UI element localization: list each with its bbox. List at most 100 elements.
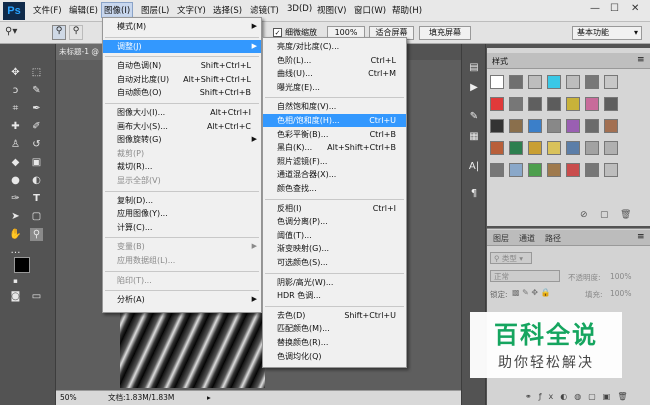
image-menu-item[interactable]: 自动对比度(U) Alt+Shift+Ctrl+L xyxy=(103,73,261,86)
style-swatch[interactable] xyxy=(566,119,580,133)
more-tools-icon[interactable]: … xyxy=(9,244,22,257)
menu-help[interactable]: 帮助(H) xyxy=(392,4,422,16)
tab-paths[interactable]: 路径 xyxy=(545,233,561,244)
style-swatch[interactable] xyxy=(528,97,542,111)
panel-menu-icon[interactable]: ≡ xyxy=(637,55,645,65)
style-swatch[interactable] xyxy=(528,141,542,155)
adjust-menu-item[interactable]: 亮度/对比度(C)... xyxy=(263,40,406,53)
menu-image[interactable]: 图像(I) xyxy=(101,2,134,18)
style-swatch[interactable] xyxy=(547,163,561,177)
adjust-menu-item[interactable]: 照片滤镜(F)... xyxy=(263,155,406,168)
image-menu-item[interactable]: 应用图像(Y)... xyxy=(103,207,261,220)
style-swatch[interactable] xyxy=(490,141,504,155)
clone-stamp-icon[interactable]: ♙ xyxy=(9,138,22,151)
adjust-menu-item[interactable]: 颜色查找... xyxy=(263,182,406,195)
delete-style-icon[interactable]: 🗑 xyxy=(620,210,631,220)
quick-select-icon[interactable]: ✎ xyxy=(30,84,43,97)
style-swatch[interactable] xyxy=(604,119,618,133)
zoom-tool-icon[interactable]: ⚲▾ xyxy=(5,26,17,37)
style-swatch[interactable] xyxy=(509,75,523,89)
opacity-value[interactable]: 100% xyxy=(610,272,631,281)
menu-3d[interactable]: 3D(D) xyxy=(287,4,312,14)
style-swatch[interactable] xyxy=(566,141,580,155)
image-menu-item[interactable]: 计算(C)... xyxy=(103,221,261,234)
style-swatch[interactable] xyxy=(604,75,618,89)
blur-tool-icon[interactable]: ● xyxy=(9,174,22,187)
style-swatch[interactable] xyxy=(509,141,523,155)
adjust-menu-item[interactable]: 曲线(U)... Ctrl+M xyxy=(263,67,406,80)
adjust-menu-item[interactable]: 匹配颜色(M)... xyxy=(263,322,406,335)
fine-zoom-checkbox[interactable]: ✓ xyxy=(273,28,282,37)
gradient-tool-icon[interactable]: ▣ xyxy=(30,156,43,169)
brush-panel-icon[interactable]: ✎ xyxy=(467,110,481,124)
menu-view[interactable]: 视图(V) xyxy=(317,4,346,16)
dodge-tool-icon[interactable]: ◐ xyxy=(30,174,43,187)
history-brush-icon[interactable]: ↺ xyxy=(30,138,43,151)
tab-layers[interactable]: 图层 xyxy=(493,233,509,244)
layers-footer-icons[interactable]: ⚭ƒx◐◍▢▣🗑 xyxy=(487,388,650,405)
style-swatch[interactable] xyxy=(528,163,542,177)
crop-tool-icon[interactable]: ⌗ xyxy=(9,102,22,115)
actions-icon[interactable]: ▶ xyxy=(467,81,481,95)
shape-tool-icon[interactable]: ▢ xyxy=(30,210,43,223)
zoom-out-icon[interactable]: ⚲ xyxy=(69,25,83,40)
style-swatch[interactable] xyxy=(528,119,542,133)
image-menu-item[interactable]: 自动色调(N) Shift+Ctrl+L xyxy=(103,59,261,72)
image-menu-item[interactable]: 图像大小(I)... Alt+Ctrl+I xyxy=(103,106,261,119)
new-style-icon[interactable]: ▢ xyxy=(600,210,609,220)
style-swatch[interactable] xyxy=(547,119,561,133)
foreground-color-swatch[interactable] xyxy=(14,257,30,273)
style-swatch[interactable] xyxy=(566,163,580,177)
image-menu-item[interactable]: 模式(M) ▶ xyxy=(103,20,261,33)
style-swatch[interactable] xyxy=(585,163,599,177)
fill-value[interactable]: 100% xyxy=(610,289,631,298)
image-menu-item[interactable]: 裁切(R)... xyxy=(103,160,261,173)
adjust-menu-item[interactable]: 渐变映射(G)... xyxy=(263,242,406,255)
style-swatch[interactable] xyxy=(547,75,561,89)
adjust-menu-item[interactable]: 色调均化(Q) xyxy=(263,350,406,363)
screen-mode-icon[interactable]: ▭ xyxy=(30,290,43,303)
history-icon[interactable]: ▤ xyxy=(467,61,481,75)
adjust-menu-item[interactable]: 色彩平衡(B)... Ctrl+B xyxy=(263,128,406,141)
adjust-menu-item[interactable]: 色阶(L)... Ctrl+L xyxy=(263,54,406,67)
menu-edit[interactable]: 编辑(E) xyxy=(69,4,98,16)
style-swatch[interactable] xyxy=(604,163,618,177)
adjust-menu-item[interactable]: 阴影/高光(W)... xyxy=(263,276,406,289)
style-swatch[interactable] xyxy=(509,119,523,133)
style-swatch[interactable] xyxy=(566,75,580,89)
style-swatch[interactable] xyxy=(509,97,523,111)
style-swatch[interactable] xyxy=(490,163,504,177)
zoom-in-icon[interactable]: ⚲ xyxy=(52,25,66,40)
styles-tab[interactable]: 样式 xyxy=(492,56,508,67)
document-tab[interactable]: 未标题-1 @ xyxy=(56,44,106,60)
style-swatch[interactable] xyxy=(585,119,599,133)
fill-screen-button[interactable]: 填充屏幕 xyxy=(419,26,471,40)
brush-tool-icon[interactable]: ✐ xyxy=(30,120,43,133)
adjust-menu-item[interactable]: 替换颜色(R)... xyxy=(263,336,406,349)
tab-channels[interactable]: 通道 xyxy=(519,233,535,244)
marquee-tool-icon[interactable]: ⬚ xyxy=(30,66,43,79)
zoom-tool-active-icon[interactable]: ⚲ xyxy=(30,228,43,241)
eyedropper-icon[interactable]: ✒ xyxy=(30,102,43,115)
image-menu-item[interactable]: 分析(A) ▶ xyxy=(103,293,261,306)
adjust-menu-item[interactable]: 黑白(K)... Alt+Shift+Ctrl+B xyxy=(263,141,406,154)
paragraph-icon[interactable]: ¶ xyxy=(467,187,481,201)
close-icon[interactable]: ✕ xyxy=(631,3,639,14)
style-swatch[interactable] xyxy=(604,97,618,111)
adjust-menu-item[interactable]: 反相(I) Ctrl+I xyxy=(263,202,406,215)
quick-mask-icon[interactable]: ◙ xyxy=(9,290,22,303)
menu-file[interactable]: 文件(F) xyxy=(33,4,62,16)
minimize-icon[interactable]: — xyxy=(590,3,600,14)
menu-select[interactable]: 选择(S) xyxy=(213,4,242,16)
path-select-icon[interactable]: ➤ xyxy=(9,210,22,223)
style-swatch[interactable] xyxy=(547,141,561,155)
adjust-menu-item[interactable]: 色相/饱和度(H)... Ctrl+U xyxy=(263,114,406,127)
style-swatch[interactable] xyxy=(604,141,618,155)
adjust-menu-item[interactable]: 阈值(T)... xyxy=(263,229,406,242)
menu-layer[interactable]: 图层(L) xyxy=(141,4,169,16)
style-swatch[interactable] xyxy=(509,163,523,177)
image-menu-item[interactable]: 复制(D)... xyxy=(103,194,261,207)
menu-window[interactable]: 窗口(W) xyxy=(354,4,386,16)
lasso-tool-icon[interactable]: ↄ xyxy=(9,84,22,97)
style-swatch[interactable] xyxy=(490,75,504,89)
